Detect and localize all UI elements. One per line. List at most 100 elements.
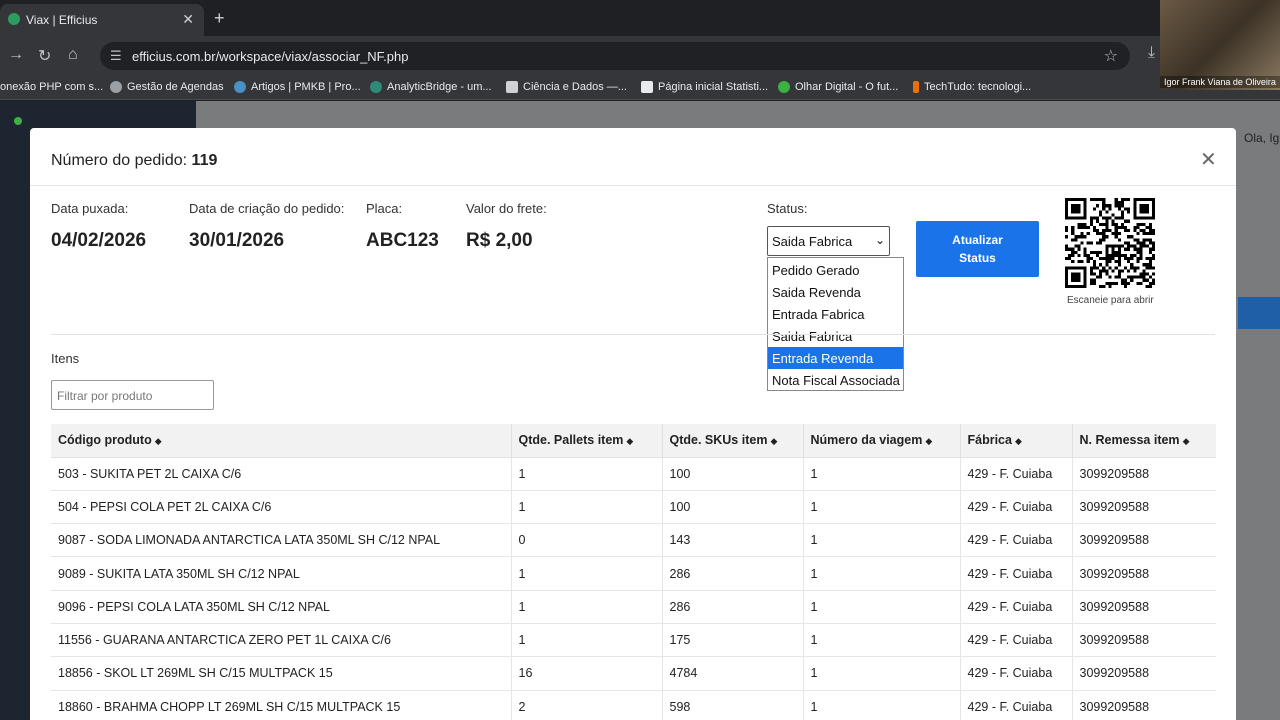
sort-icon[interactable]: ◆ xyxy=(1183,436,1190,446)
table-cell: 429 - F. Cuiaba xyxy=(960,590,1073,624)
table-cell: 4784 xyxy=(662,656,804,691)
table-cell: 16 xyxy=(511,656,663,691)
table-cell: 286 xyxy=(662,590,804,624)
table-cell: 1 xyxy=(803,556,961,591)
update-status-button[interactable]: Atualizar Status xyxy=(916,221,1039,277)
sort-icon[interactable]: ◆ xyxy=(1015,436,1022,446)
table-cell: 18860 - BRAHMA CHOPP LT 269ML SH C/15 MU… xyxy=(51,690,512,720)
sort-icon[interactable]: ◆ xyxy=(925,436,932,446)
table-cell: 143 xyxy=(662,523,804,558)
column-header-shipment[interactable]: N. Remessa item ◆ xyxy=(1072,424,1216,458)
modal-title: Número do pedido: 119 xyxy=(51,152,218,169)
chevron-down-icon: ⌄ xyxy=(874,233,885,247)
table-row: 504 - PEPSI COLA PET 2L CAIXA C/6 1 100 1 42… xyxy=(51,490,1216,525)
field-value: R$ 2,00 xyxy=(466,230,533,251)
qr-caption: Escaneie para abrir xyxy=(1067,295,1154,306)
status-option-highlighted[interactable]: Entrada Revenda xyxy=(768,347,903,369)
table-cell: 1 xyxy=(803,690,961,720)
close-icon[interactable]: ✕ xyxy=(1200,150,1217,170)
site-info-icon[interactable]: ☰ xyxy=(110,48,122,64)
download-icon[interactable]: ⤓ xyxy=(1148,44,1155,62)
status-option[interactable]: Pedido Gerado xyxy=(768,259,903,281)
table-cell: 1 xyxy=(511,490,663,525)
column-header-product[interactable]: Código produto ◆ xyxy=(51,424,512,458)
background-button xyxy=(1238,297,1280,329)
bookmark-favicon-icon xyxy=(913,81,919,93)
table-cell: 1 xyxy=(803,656,961,691)
webcam-overlay: Igor Frank Viana de Oliveira xyxy=(1160,0,1280,90)
table-cell: 1 xyxy=(511,590,663,624)
status-option[interactable]: Saida Revenda xyxy=(768,281,903,303)
column-header-factory[interactable]: Fábrica ◆ xyxy=(960,424,1073,458)
table-cell: 3099209588 xyxy=(1072,523,1216,558)
column-header-skus[interactable]: Qtde. SKUs item ◆ xyxy=(662,424,804,458)
field-label: Placa: xyxy=(366,201,403,216)
new-tab-icon[interactable]: + xyxy=(214,8,225,29)
close-tab-icon[interactable]: ✕ xyxy=(182,11,194,28)
webcam-name: Igor Frank Viana de Oliveira xyxy=(1160,76,1280,88)
column-header-trip[interactable]: Número da viagem ◆ xyxy=(803,424,961,458)
table-cell: 429 - F. Cuiaba xyxy=(960,457,1073,491)
bookmark-favicon-icon xyxy=(506,81,518,93)
table-cell: 3099209588 xyxy=(1072,623,1216,658)
table-cell: 11556 - GUARANA ANTARCTICA ZERO PET 1L C… xyxy=(51,623,512,658)
table-row: 18856 - SKOL LT 269ML SH C/15 MULTPACK 1… xyxy=(51,656,1216,691)
browser-tab[interactable]: Viax | Efficius ✕ xyxy=(0,4,204,36)
table-cell: 3099209588 xyxy=(1072,490,1216,525)
table-cell: 429 - F. Cuiaba xyxy=(960,690,1073,720)
items-title: Itens xyxy=(51,351,80,366)
address-bar[interactable]: ☰ efficius.com.br/workspace/viax/associa… xyxy=(100,42,1130,70)
table-row: 9087 - SODA LIMONADA ANTARCTICA LATA 350… xyxy=(51,523,1216,558)
bookmark-item[interactable]: Artigos | PMKB | Pro... xyxy=(234,81,361,93)
table-row: 503 - SUKITA PET 2L CAIXA C/6 1 100 1 429 - … xyxy=(51,457,1216,491)
sort-icon[interactable]: ◆ xyxy=(626,436,633,446)
table-cell: 9089 - SUKITA LATA 350ML SH C/12 NPAL xyxy=(51,556,512,591)
status-option[interactable]: Entrada Fabrica xyxy=(768,303,903,325)
bookmark-item[interactable]: Ciência e Dados —... xyxy=(506,81,627,93)
qr-code-icon xyxy=(1065,198,1155,288)
field-label: Data puxada: xyxy=(51,201,129,216)
table-cell: 504 - PEPSI COLA PET 2L CAIXA C/6 xyxy=(51,490,512,525)
order-modal: Número do pedido: 119 ✕ Data puxada: 04/… xyxy=(30,128,1236,720)
table-row: 18860 - BRAHMA CHOPP LT 269ML SH C/15 MU… xyxy=(51,690,1216,720)
table-cell: 3099209588 xyxy=(1072,690,1216,720)
table-row: 9096 - PEPSI COLA LATA 350ML SH C/12 NPA… xyxy=(51,590,1216,624)
forward-icon[interactable]: → xyxy=(8,46,24,64)
section-divider xyxy=(51,334,1215,335)
bookmark-item[interactable]: AnalyticBridge - um... xyxy=(370,81,492,93)
bookmark-item[interactable]: Página inicial Statisti... xyxy=(641,81,768,93)
table-cell: 429 - F. Cuiaba xyxy=(960,623,1073,658)
sort-icon[interactable]: ◆ xyxy=(770,436,777,446)
browser-tab-bar: Viax | Efficius ✕ + xyxy=(0,0,1280,36)
bookmark-item[interactable]: TechTudo: tecnologi... xyxy=(913,81,1031,93)
status-option[interactable]: Nota Fiscal Associada xyxy=(768,369,903,391)
bookmark-item[interactable]: Gestão de Agendas xyxy=(110,81,224,93)
field-label: Data de criação do pedido: xyxy=(189,201,345,216)
table-cell: 429 - F. Cuiaba xyxy=(960,490,1073,525)
table-cell: 1 xyxy=(803,590,961,624)
bookmark-favicon-icon xyxy=(641,81,653,93)
bookmark-item[interactable]: onexão PHP com s... xyxy=(0,81,103,93)
product-filter-input[interactable]: Filtrar por produto xyxy=(51,380,214,410)
bookmark-item[interactable]: Olhar Digital - O fut... xyxy=(778,81,898,93)
status-option[interactable]: Saida Fabrica xyxy=(768,325,903,347)
table-row: 9089 - SUKITA LATA 350ML SH C/12 NPAL 1 28… xyxy=(51,556,1216,591)
table-cell: 3099209588 xyxy=(1072,457,1216,491)
field-value: 04/02/2026 xyxy=(51,230,147,251)
field-value: 30/01/2026 xyxy=(189,230,285,251)
bookmark-star-icon[interactable]: ☆ xyxy=(1104,46,1118,66)
table-cell: 429 - F. Cuiaba xyxy=(960,656,1073,691)
table-cell: 100 xyxy=(662,490,804,525)
status-dot-icon xyxy=(14,117,22,125)
reload-icon[interactable]: ↻ xyxy=(38,46,51,66)
status-select[interactable]: Saida Fabrica ⌄ xyxy=(767,226,890,256)
order-number: 119 xyxy=(191,152,218,169)
home-icon[interactable]: ⌂ xyxy=(68,46,78,64)
column-header-pallets[interactable]: Qtde. Pallets item ◆ xyxy=(511,424,663,458)
table-cell: 598 xyxy=(662,690,804,720)
table-cell: 3099209588 xyxy=(1072,556,1216,591)
sort-icon[interactable]: ◆ xyxy=(155,436,162,446)
field-value: ABC123 xyxy=(366,230,439,251)
field-label: Valor do frete: xyxy=(466,201,547,216)
table-cell: 18856 - SKOL LT 269ML SH C/15 MULTPACK 1… xyxy=(51,656,512,691)
